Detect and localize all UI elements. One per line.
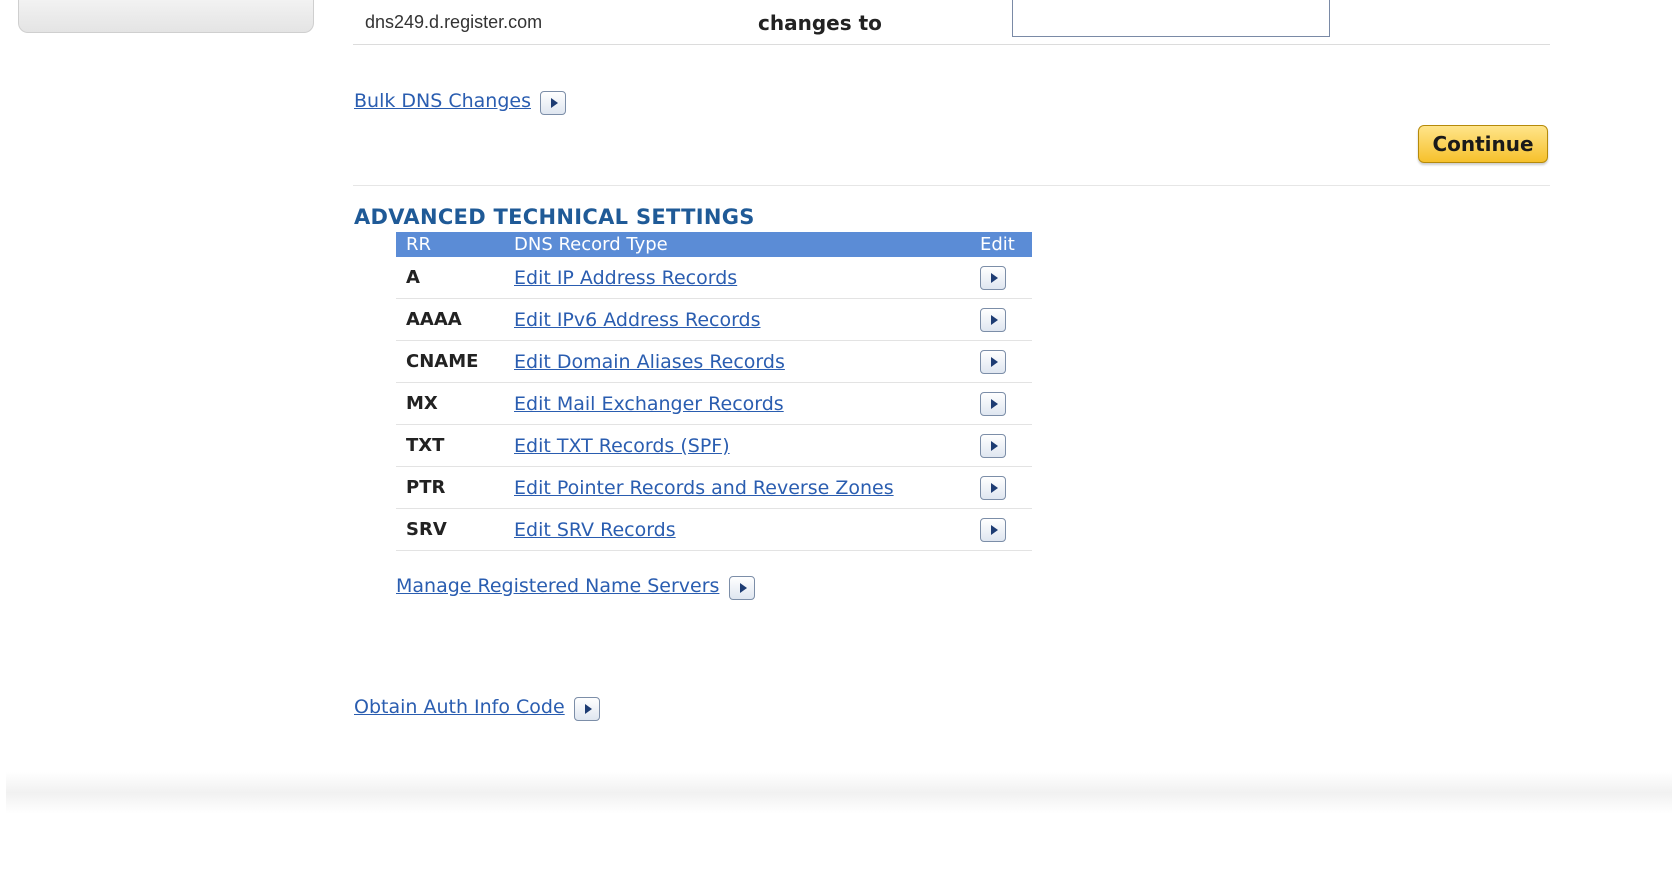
- table-row: AAAA Edit IPv6 Address Records: [396, 298, 1032, 341]
- divider: [353, 185, 1550, 186]
- arrow-right-icon[interactable]: [980, 265, 1006, 290]
- advanced-settings-title: ADVANCED TECHNICAL SETTINGS: [354, 205, 755, 229]
- rr-code: AAAA: [396, 298, 504, 341]
- edit-txt-records-link[interactable]: Edit TXT Records (SPF): [514, 435, 730, 457]
- arrow-right-icon[interactable]: [980, 349, 1006, 374]
- table-row: SRV Edit SRV Records: [396, 508, 1032, 551]
- arrow-right-icon[interactable]: [728, 575, 755, 600]
- edit-aaaa-records-link[interactable]: Edit IPv6 Address Records: [514, 309, 761, 331]
- footer-band: [6, 772, 1672, 814]
- arrow-right-icon[interactable]: [980, 475, 1006, 500]
- rr-code: PTR: [396, 466, 504, 509]
- rr-code: SRV: [396, 508, 504, 551]
- arrow-right-icon[interactable]: [573, 696, 600, 721]
- table-row: A Edit IP Address Records: [396, 257, 1032, 299]
- edit-srv-records-link[interactable]: Edit SRV Records: [514, 519, 676, 541]
- table-row: CNAME Edit Domain Aliases Records: [396, 340, 1032, 383]
- header-edit: Edit: [980, 232, 1032, 257]
- manage-name-servers-link[interactable]: Manage Registered Name Servers: [396, 575, 719, 597]
- sidebar-panel: [18, 0, 314, 33]
- rr-code: MX: [396, 382, 504, 425]
- header-rr: RR: [396, 232, 504, 257]
- edit-mx-records-link[interactable]: Edit Mail Exchanger Records: [514, 393, 784, 415]
- arrow-right-icon[interactable]: [980, 517, 1006, 542]
- bulk-dns-changes-link[interactable]: Bulk DNS Changes: [354, 90, 531, 112]
- table-row: TXT Edit TXT Records (SPF): [396, 424, 1032, 467]
- manage-name-servers: Manage Registered Name Servers: [396, 575, 755, 600]
- obtain-auth-code-link[interactable]: Obtain Auth Info Code: [354, 696, 565, 718]
- edit-cname-records-link[interactable]: Edit Domain Aliases Records: [514, 351, 785, 373]
- rr-code: CNAME: [396, 340, 504, 383]
- current-name-server: dns249.d.register.com: [365, 12, 543, 32]
- changes-to-label: changes to: [758, 11, 882, 35]
- new-name-server-input[interactable]: [1012, 0, 1330, 37]
- bulk-dns-changes: Bulk DNS Changes: [354, 90, 567, 115]
- rr-code: A: [396, 257, 504, 299]
- arrow-right-icon[interactable]: [540, 90, 567, 115]
- header-record-type: DNS Record Type: [504, 232, 980, 257]
- arrow-right-icon[interactable]: [980, 391, 1006, 416]
- continue-button[interactable]: Continue: [1418, 125, 1548, 163]
- arrow-right-icon[interactable]: [980, 433, 1006, 458]
- edit-ptr-records-link[interactable]: Edit Pointer Records and Reverse Zones: [514, 477, 894, 499]
- table-row: PTR Edit Pointer Records and Reverse Zon…: [396, 466, 1032, 509]
- obtain-auth-code: Obtain Auth Info Code: [354, 696, 600, 721]
- name-server-row: dns249.d.register.com changes to: [353, 0, 1550, 45]
- table-header-row: RR DNS Record Type Edit: [396, 232, 1032, 257]
- dns-record-table: RR DNS Record Type Edit A Edit IP Addres…: [396, 232, 1032, 551]
- rr-code: TXT: [396, 424, 504, 467]
- arrow-right-icon[interactable]: [980, 307, 1006, 332]
- edit-a-records-link[interactable]: Edit IP Address Records: [514, 267, 737, 289]
- table-row: MX Edit Mail Exchanger Records: [396, 382, 1032, 425]
